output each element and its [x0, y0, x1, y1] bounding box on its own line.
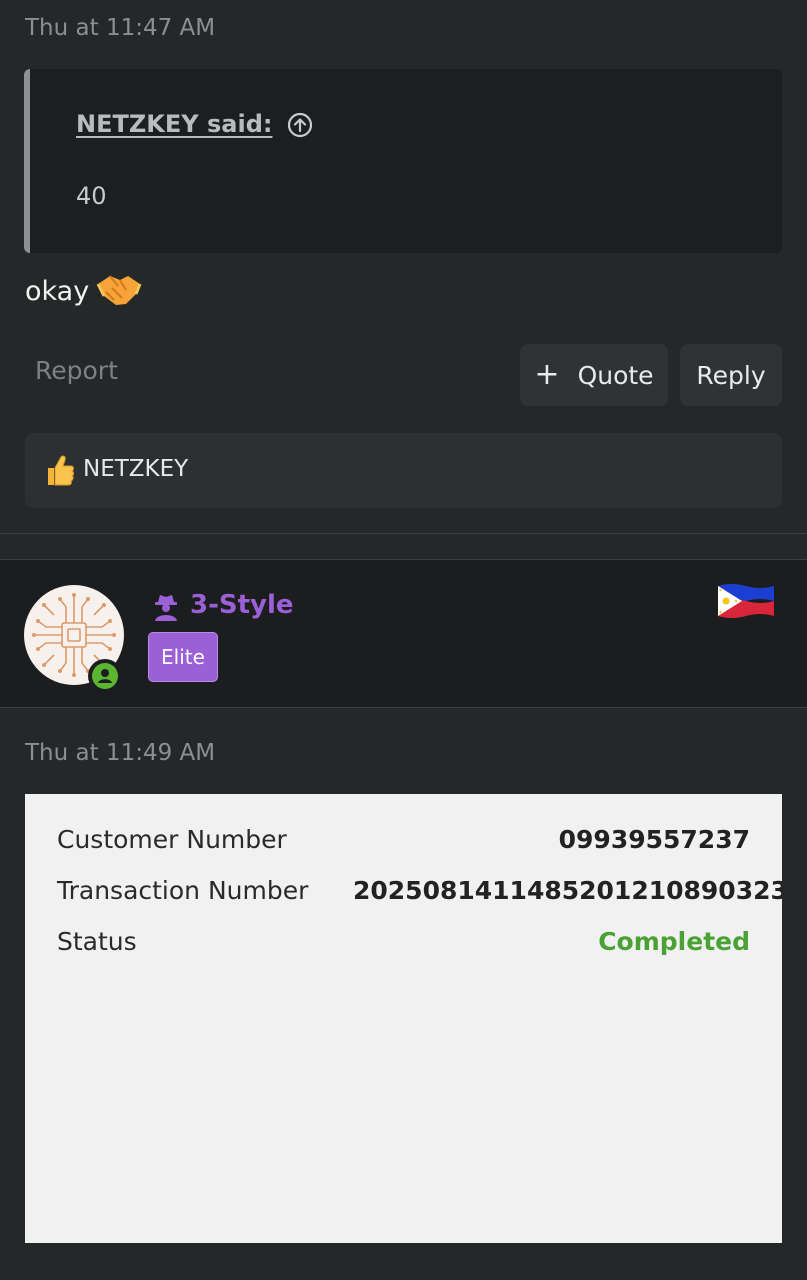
jump-to-quote-icon[interactable]	[287, 112, 313, 138]
quote-button-label: Quote	[577, 360, 654, 390]
quote-text: 40	[76, 182, 107, 210]
username-link[interactable]: 3-Style	[190, 590, 294, 620]
quote-block	[24, 69, 782, 253]
philippines-flag-icon	[718, 584, 774, 618]
quote-author-link[interactable]: NETZKEY said:	[76, 110, 272, 138]
thumbs-up-icon	[48, 455, 74, 486]
report-link[interactable]: Report	[35, 356, 118, 385]
spy-user-icon	[155, 595, 177, 621]
message-text: okay	[25, 276, 90, 307]
plus-icon: +	[534, 357, 560, 392]
status-label: Status	[57, 927, 137, 956]
post-divider	[0, 533, 807, 534]
customer-number-value: 09939557237	[558, 825, 750, 854]
post-timestamp[interactable]: Thu at 11:47 AM	[25, 15, 215, 41]
transaction-number-value: 2025081411485201210890323053	[353, 876, 782, 905]
reaction-user-link[interactable]: NETZKEY	[83, 456, 188, 482]
handshake-emoji-icon	[96, 275, 142, 305]
post-timestamp[interactable]: Thu at 11:49 AM	[25, 740, 215, 766]
transaction-receipt-image: Customer Number 09939557237 Transaction …	[25, 794, 782, 1243]
user-rank-badge: Elite	[148, 632, 218, 682]
quote-button[interactable]: + Quote	[520, 344, 668, 406]
reply-button[interactable]: Reply	[680, 344, 782, 406]
online-status-icon	[92, 663, 118, 689]
transaction-number-label: Transaction Number	[57, 876, 309, 905]
status-value: Completed	[598, 927, 750, 956]
customer-number-label: Customer Number	[57, 825, 287, 854]
